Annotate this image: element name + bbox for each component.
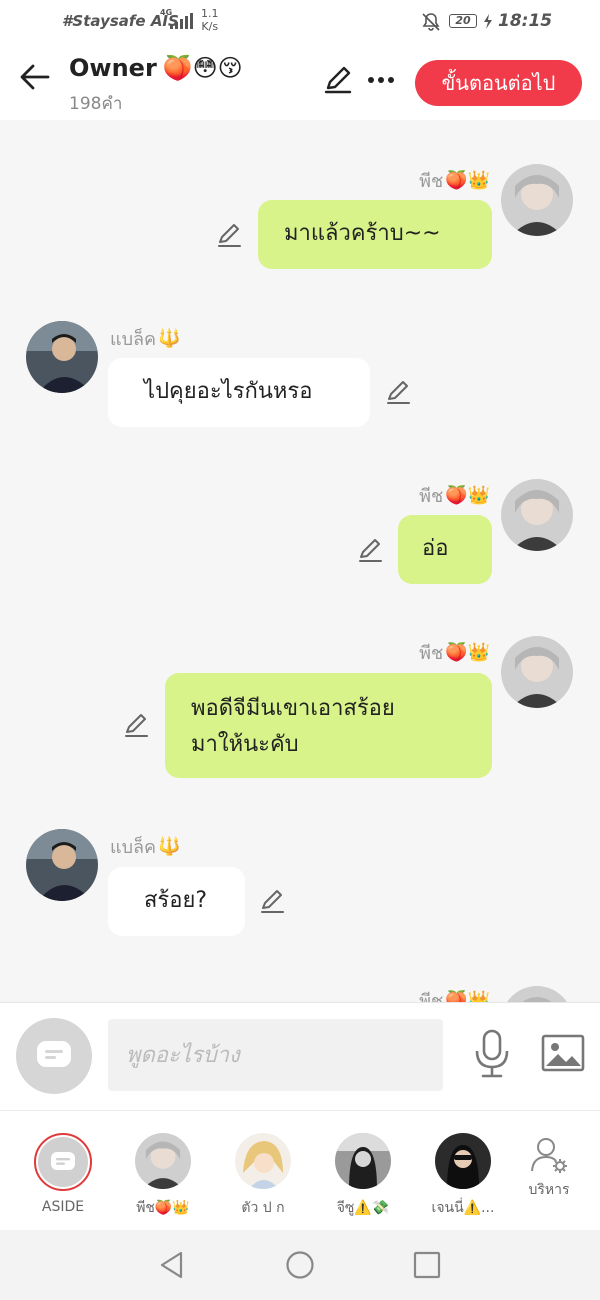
message-bubble[interactable]: มาแล้วคร้าบ~~: [258, 200, 492, 269]
role-label: จีซู⚠️💸: [336, 1200, 390, 1216]
chat-bubble-icon: [37, 1041, 71, 1067]
role-character[interactable]: พีช🍑👑: [118, 1133, 208, 1219]
message-bubble[interactable]: อ่อ: [398, 515, 492, 584]
sender-name: แบล็ค 🔱: [110, 324, 181, 353]
message-bubble[interactable]: ไปคุยอะไรกันหรอ: [108, 358, 370, 427]
role-aside[interactable]: ASIDE: [18, 1133, 108, 1215]
status-bar: #Staysafe AIS 4G 1.1 K/s 20 18:15: [0, 0, 600, 42]
signal-icon: [170, 13, 193, 29]
sender-emoji: 🍑👑: [445, 642, 490, 663]
sender-name-text: พีช: [419, 486, 444, 507]
sender-name-text: พีช: [419, 171, 444, 192]
message-composer: [0, 1002, 600, 1110]
avatar[interactable]: [501, 636, 573, 708]
bell-off-icon: [422, 13, 440, 31]
avatar: [235, 1133, 291, 1189]
nav-home-icon[interactable]: [285, 1250, 315, 1280]
sender-emoji: 🍑👑: [445, 170, 490, 191]
pencil-icon[interactable]: [258, 887, 286, 915]
pencil-icon[interactable]: [322, 64, 354, 96]
sender-name: พีช 🍑👑: [419, 166, 490, 195]
image-icon[interactable]: [541, 1033, 585, 1073]
sender-name-text: แบล็ค: [110, 329, 157, 350]
message-bubble[interactable]: พอดีจีมีนเขาเอาสร้อย มาให้นะคับ: [165, 673, 492, 778]
pencil-icon[interactable]: [356, 536, 384, 564]
microphone-icon[interactable]: [472, 1029, 512, 1079]
system-navbar: [0, 1230, 600, 1300]
sender-name: พีช 🍑👑: [419, 638, 490, 667]
role-manage[interactable]: บริหาร: [504, 1135, 594, 1201]
charging-icon: [484, 14, 492, 29]
role-selector: ASIDE พีช🍑👑 ตัว ป ก จีซู⚠️💸 เจนนี่⚠️...: [0, 1110, 600, 1230]
sender-emoji: 🍑👑: [445, 485, 490, 506]
role-label: พีช🍑👑: [136, 1200, 190, 1216]
message-line: พอดีจีมีนเขาเอาสร้อย: [191, 696, 395, 721]
chat-header: Owner 🍑😳😚 198คำ ขั้นตอนต่อไป: [0, 42, 600, 120]
network-speed: 1.1 K/s: [201, 7, 219, 33]
avatar: [435, 1133, 491, 1189]
speed-unit: K/s: [201, 20, 219, 33]
nav-back-icon[interactable]: [157, 1250, 187, 1280]
sender-name-text: พีช: [419, 991, 444, 1002]
role-label: บริหาร: [528, 1182, 570, 1198]
title-row: Owner 🍑😳😚: [69, 54, 243, 82]
title-emojis: 🍑😳😚: [162, 54, 243, 82]
message-bubble[interactable]: สร้อย?: [108, 867, 245, 936]
sender-name: พีช 🍑👑: [419, 986, 490, 1002]
pencil-icon[interactable]: [122, 711, 150, 739]
avatar[interactable]: [501, 164, 573, 236]
chat-area[interactable]: พีช 🍑👑 มาแล้วคร้าบ~~ แบล็ค 🔱 ไปคุยอะไรกั…: [0, 120, 600, 1002]
avatar[interactable]: [26, 321, 98, 393]
next-step-button[interactable]: ขั้นตอนต่อไป: [415, 60, 582, 106]
message-line: มาให้นะคับ: [191, 732, 299, 757]
speed-value: 1.1: [201, 7, 219, 20]
avatar[interactable]: [26, 829, 98, 901]
role-character[interactable]: จีซู⚠️💸: [318, 1133, 408, 1219]
avatar: [135, 1133, 191, 1189]
user-gear-icon: [531, 1138, 567, 1173]
role-character[interactable]: เจนนี่⚠️...: [418, 1133, 508, 1219]
sender-emoji: 🍑👑: [445, 990, 490, 1002]
aside-button[interactable]: [16, 1018, 92, 1094]
clock: 18:15: [498, 11, 553, 31]
role-label: ตัว ป ก: [241, 1200, 285, 1216]
role-label: เจนนี่⚠️...: [431, 1200, 495, 1216]
avatar[interactable]: [501, 986, 573, 1002]
pencil-icon[interactable]: [215, 221, 243, 249]
sender-name: พีช 🍑👑: [419, 481, 490, 510]
role-label: ASIDE: [41, 1199, 85, 1215]
battery-icon: 20: [449, 14, 477, 28]
message-input[interactable]: [108, 1019, 443, 1091]
avatar: [335, 1133, 391, 1189]
sender-emoji: 🔱: [158, 328, 181, 349]
sender-name-text: แบล็ค: [110, 837, 157, 858]
chat-bubble-icon: [38, 1137, 88, 1187]
back-arrow-icon[interactable]: [18, 60, 52, 94]
pencil-icon[interactable]: [384, 378, 412, 406]
role-character[interactable]: ตัว ป ก: [218, 1133, 308, 1219]
avatar: [34, 1133, 92, 1191]
sender-emoji: 🔱: [158, 836, 181, 857]
nav-recents-icon[interactable]: [412, 1250, 442, 1280]
more-dots-icon[interactable]: [366, 66, 396, 94]
sender-name-text: พีช: [419, 643, 444, 664]
sender-name: แบล็ค 🔱: [110, 832, 181, 861]
word-count: 198คำ: [69, 94, 123, 114]
avatar[interactable]: [501, 479, 573, 551]
page-title: Owner: [69, 54, 157, 82]
